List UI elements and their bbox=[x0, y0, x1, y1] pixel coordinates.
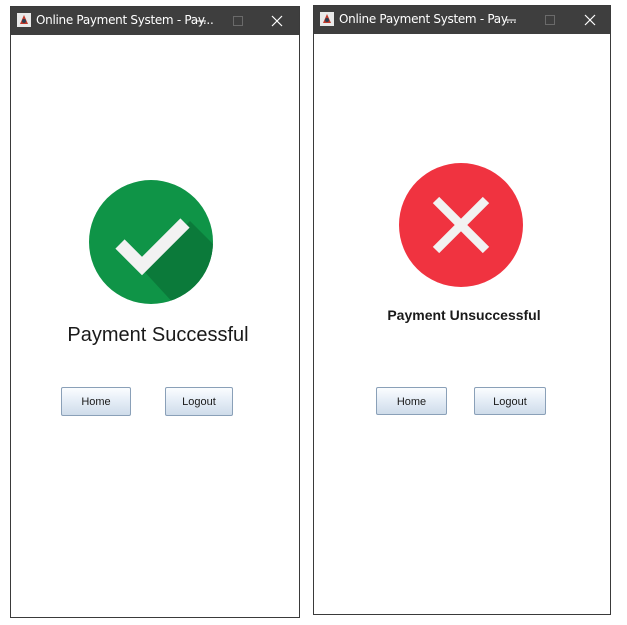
title-bar[interactable]: Online Payment System - Pay... bbox=[314, 6, 610, 34]
close-icon bbox=[584, 14, 596, 26]
close-icon bbox=[271, 15, 283, 27]
close-button[interactable] bbox=[573, 6, 607, 34]
payment-status-label: Payment Unsuccessful bbox=[387, 307, 541, 323]
home-button[interactable]: Home bbox=[61, 387, 131, 416]
minimize-icon bbox=[196, 20, 206, 22]
maximize-icon bbox=[545, 15, 555, 25]
x-circle-icon bbox=[399, 163, 523, 287]
payment-status-label: Payment Successful bbox=[67, 324, 249, 346]
minimize-button[interactable] bbox=[184, 7, 218, 35]
logout-button[interactable]: Logout bbox=[165, 387, 233, 416]
maximize-icon bbox=[233, 16, 243, 26]
home-button[interactable]: Home bbox=[376, 387, 447, 415]
close-button[interactable] bbox=[260, 7, 294, 35]
minimize-icon bbox=[506, 19, 516, 21]
checkmark-circle-icon bbox=[89, 180, 213, 304]
payment-failure-window: Online Payment System - Pay... Payment U… bbox=[313, 5, 611, 615]
maximize-button bbox=[533, 6, 567, 34]
logout-button[interactable]: Logout bbox=[474, 387, 546, 415]
java-app-icon bbox=[17, 13, 31, 27]
minimize-button[interactable] bbox=[494, 6, 528, 34]
payment-success-window: Online Payment System - Pay... Payment S… bbox=[10, 6, 300, 618]
title-bar[interactable]: Online Payment System - Pay... bbox=[11, 7, 299, 35]
java-app-icon bbox=[320, 12, 334, 26]
maximize-button bbox=[221, 7, 255, 35]
window-title: Online Payment System - Pay... bbox=[339, 12, 517, 26]
